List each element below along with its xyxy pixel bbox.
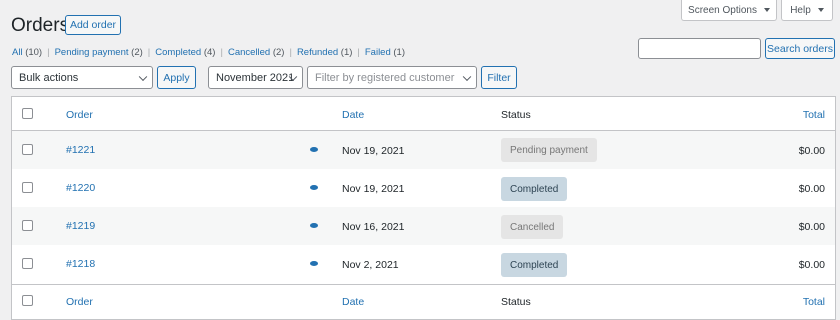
eye-icon[interactable] <box>310 185 318 190</box>
status-filter-completed[interactable]: Completed (4) <box>155 47 215 58</box>
select-all-checkbox[interactable] <box>22 108 33 119</box>
order-date: Nov 19, 2021 <box>342 145 405 157</box>
order-total: $0.00 <box>798 145 825 157</box>
status-filter-refunded[interactable]: Refunded (1) <box>297 47 352 58</box>
order-number-link[interactable]: #1221 <box>66 144 95 156</box>
order-number-link[interactable]: #1220 <box>66 182 95 194</box>
apply-button[interactable]: Apply <box>157 66 196 89</box>
eye-icon[interactable] <box>310 147 318 152</box>
eye-icon[interactable] <box>310 223 318 228</box>
caret-down-icon <box>763 8 770 12</box>
status-filter-cancelled[interactable]: Cancelled (2) <box>228 47 285 58</box>
table-row[interactable]: #1219 Nov 16, 2021 Cancelled $0.00 <box>12 207 835 245</box>
status-filter-all[interactable]: All (10) <box>12 47 42 58</box>
month-filter-value: November 2021 <box>216 71 295 84</box>
month-filter-select[interactable]: November 2021 <box>208 66 303 89</box>
row-checkbox[interactable] <box>22 220 33 231</box>
table-footer-row: Order Date Status Total <box>12 284 835 320</box>
column-status: Status <box>501 296 531 308</box>
orders-table: Order Date Status Total #1221 Nov 19, 20… <box>11 96 836 320</box>
row-checkbox[interactable] <box>22 258 33 269</box>
column-status: Status <box>501 109 531 121</box>
column-total[interactable]: Total <box>803 296 825 308</box>
customer-filter-select[interactable]: Filter by registered customer <box>307 66 477 89</box>
order-total: $0.00 <box>798 183 825 195</box>
order-date: Nov 19, 2021 <box>342 183 405 195</box>
table-row[interactable]: #1218 Nov 2, 2021 Completed $0.00 <box>12 245 835 283</box>
screen-options-label: Screen Options <box>688 4 757 16</box>
add-order-button[interactable]: Add order <box>65 15 121 35</box>
order-date: Nov 16, 2021 <box>342 221 405 233</box>
status-filter-failed[interactable]: Failed (1) <box>365 47 405 58</box>
order-total: $0.00 <box>798 259 825 271</box>
filter-button[interactable]: Filter <box>481 66 517 89</box>
column-order[interactable]: Order <box>66 109 93 121</box>
status-badge: Pending payment <box>501 138 597 162</box>
order-date: Nov 2, 2021 <box>342 259 399 271</box>
column-date[interactable]: Date <box>342 296 364 308</box>
status-filter-links: All (10) | Pending payment (2) | Completed (… <box>12 47 406 58</box>
status-badge: Cancelled <box>501 215 564 239</box>
row-checkbox[interactable] <box>22 182 33 193</box>
screen-options-button[interactable]: Screen Options <box>681 0 777 21</box>
table-header-row: Order Date Status Total <box>12 97 835 131</box>
status-badge: Completed <box>501 177 568 201</box>
row-checkbox[interactable] <box>22 144 33 155</box>
caret-down-icon <box>817 8 824 12</box>
bulk-actions-select[interactable]: Bulk actions <box>11 66 153 89</box>
bulk-actions-value: Bulk actions <box>19 71 79 84</box>
search-orders-button[interactable]: Search orders <box>765 38 835 59</box>
chevron-down-icon <box>462 72 472 81</box>
page-title: Orders <box>11 15 70 36</box>
order-number-link[interactable]: #1219 <box>66 220 95 232</box>
column-total[interactable]: Total <box>803 109 825 121</box>
column-order[interactable]: Order <box>66 296 93 308</box>
order-number-link[interactable]: #1218 <box>66 258 95 270</box>
status-filter-pending[interactable]: Pending payment (2) <box>55 47 143 58</box>
table-row[interactable]: #1220 Nov 19, 2021 Completed $0.00 <box>12 169 835 207</box>
chevron-down-icon <box>138 72 148 81</box>
help-label: Help <box>790 4 811 16</box>
order-total: $0.00 <box>798 221 825 233</box>
table-row[interactable]: #1221 Nov 19, 2021 Pending payment $0.00 <box>12 131 835 169</box>
select-all-checkbox[interactable] <box>22 295 33 306</box>
search-input[interactable] <box>638 38 761 59</box>
eye-icon[interactable] <box>310 261 318 266</box>
customer-filter-placeholder: Filter by registered customer <box>315 71 455 84</box>
help-button[interactable]: Help <box>781 0 833 21</box>
column-date[interactable]: Date <box>342 109 364 121</box>
status-badge: Completed <box>501 253 568 277</box>
